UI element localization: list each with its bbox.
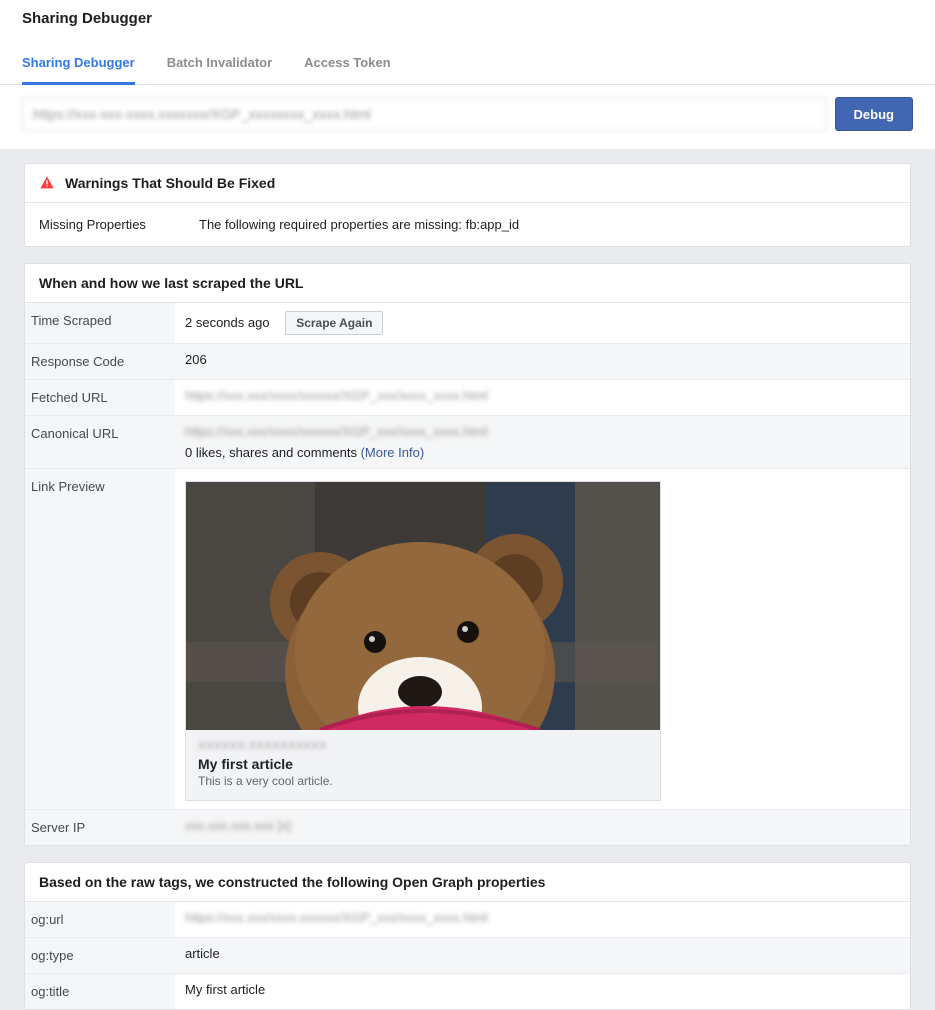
warnings-row-label: Missing Properties	[39, 217, 199, 232]
value-time-scraped: 2 seconds ago	[185, 315, 270, 330]
label-link-preview: Link Preview	[25, 469, 175, 810]
og-header: Based on the raw tags, we constructed th…	[25, 863, 910, 902]
warnings-header: Warnings That Should Be Fixed	[25, 164, 910, 203]
og-panel: Based on the raw tags, we constructed th…	[24, 862, 911, 1010]
tab-batch-invalidator[interactable]: Batch Invalidator	[167, 45, 272, 85]
debug-button[interactable]: Debug	[835, 97, 913, 131]
preview-title: My first article	[198, 756, 648, 772]
page-title: Sharing Debugger	[22, 10, 913, 27]
value-og-url: https://xxx.xxx/xxxx.xxxxxx/XGP_xxx/xxxx…	[185, 910, 488, 925]
value-canonical-url: https://xxx.xxx/xxxx/xxxxxx/XGP_xxx/xxxx…	[185, 424, 488, 439]
warnings-row-value: The following required properties are mi…	[199, 217, 896, 232]
content-area: Warnings That Should Be Fixed Missing Pr…	[0, 149, 935, 1010]
row-server-ip: Server IP xxx.xxx.xxx.xxx [x]	[25, 810, 910, 846]
value-og-type: article	[175, 938, 910, 974]
row-og-type: og:type article	[25, 938, 910, 974]
row-link-preview: Link Preview	[25, 469, 910, 810]
label-og-title: og:title	[25, 974, 175, 1010]
row-response-code: Response Code 206	[25, 344, 910, 380]
row-canonical-url: Canonical URL https://xxx.xxx/xxxx/xxxxx…	[25, 416, 910, 469]
preview-description: This is a very cool article.	[198, 774, 648, 788]
value-fetched-url: https://xxx.xxx/xxxx/xxxxxx/XGP_xxx/xxxx…	[185, 388, 488, 403]
og-header-text: Based on the raw tags, we constructed th…	[39, 874, 545, 890]
scrape-header: When and how we last scraped the URL	[25, 264, 910, 303]
label-canonical-url: Canonical URL	[25, 416, 175, 469]
tab-access-token[interactable]: Access Token	[304, 45, 390, 85]
scrape-header-text: When and how we last scraped the URL	[39, 275, 303, 291]
label-time-scraped: Time Scraped	[25, 303, 175, 344]
label-fetched-url: Fetched URL	[25, 380, 175, 416]
label-response-code: Response Code	[25, 344, 175, 380]
warning-icon	[39, 175, 55, 191]
tabs: Sharing Debugger Batch Invalidator Acces…	[0, 45, 935, 85]
scrape-table: Time Scraped 2 seconds ago Scrape Again …	[25, 303, 910, 845]
row-og-title: og:title My first article	[25, 974, 910, 1010]
og-table: og:url https://xxx.xxx/xxxx.xxxxxx/XGP_x…	[25, 902, 910, 1009]
more-info-link[interactable]: (More Info)	[361, 445, 425, 460]
value-server-ip: xxx.xxx.xxx.xxx [x]	[185, 818, 291, 833]
link-preview-card[interactable]: XXXXXX.XXXXXXXXXX My first article This …	[185, 481, 661, 801]
warnings-header-text: Warnings That Should Be Fixed	[65, 175, 275, 191]
label-og-url: og:url	[25, 902, 175, 938]
row-og-url: og:url https://xxx.xxx/xxxx.xxxxxx/XGP_x…	[25, 902, 910, 938]
canonical-sub-text: 0 likes, shares and comments	[185, 445, 361, 460]
url-debug-bar: Debug	[0, 85, 935, 149]
row-time-scraped: Time Scraped 2 seconds ago Scrape Again	[25, 303, 910, 344]
scrape-panel: When and how we last scraped the URL Tim…	[24, 263, 911, 846]
warnings-panel: Warnings That Should Be Fixed Missing Pr…	[24, 163, 911, 247]
preview-domain: XXXXXX.XXXXXXXXXX	[198, 740, 648, 752]
value-response-code: 206	[175, 344, 910, 380]
preview-image	[186, 482, 660, 730]
label-og-type: og:type	[25, 938, 175, 974]
label-server-ip: Server IP	[25, 810, 175, 846]
row-fetched-url: Fetched URL https://xxx.xxx/xxxx/xxxxxx/…	[25, 380, 910, 416]
preview-meta: XXXXXX.XXXXXXXXXX My first article This …	[186, 730, 660, 800]
url-input[interactable]	[22, 97, 827, 131]
tab-sharing-debugger[interactable]: Sharing Debugger	[22, 45, 135, 85]
value-og-title: My first article	[175, 974, 910, 1010]
warnings-row: Missing Properties The following require…	[25, 203, 910, 246]
scrape-again-button[interactable]: Scrape Again	[285, 311, 383, 335]
